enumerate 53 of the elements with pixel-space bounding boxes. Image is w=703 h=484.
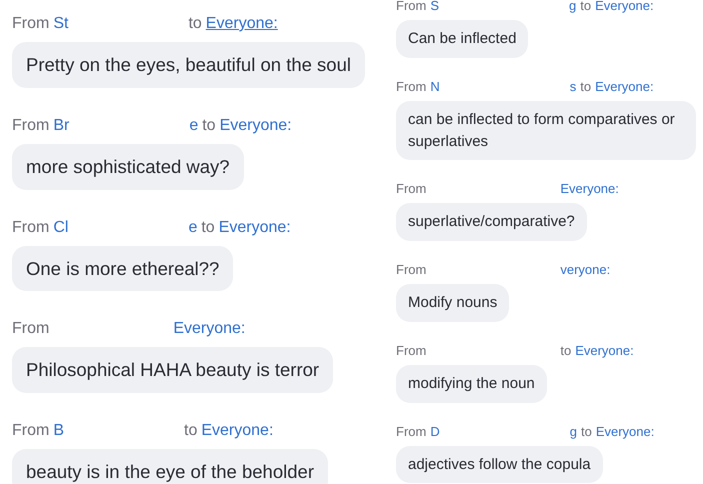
from-label: From xyxy=(396,180,426,198)
message-bubble: Pretty on the eyes, beautiful on the soul xyxy=(12,42,365,88)
message-bubble: Can be inflected xyxy=(396,20,528,58)
sender-name: S xyxy=(430,0,440,15)
message-bubble: One is more ethereal?? xyxy=(12,246,234,292)
recipient-link[interactable]: Everyone: xyxy=(218,216,291,240)
recipient-link[interactable]: veryone: xyxy=(560,260,610,280)
message-bubble: beauty is in the eye of the beholder xyxy=(12,449,328,484)
sender-name: g xyxy=(570,422,577,441)
recipient-link[interactable]: Everyone: xyxy=(595,76,654,96)
message-bubble: modifying the noun xyxy=(396,364,547,402)
from-label: From xyxy=(12,421,50,441)
recipient-link[interactable]: Everyone: xyxy=(595,0,654,16)
sender-name: Br xyxy=(53,116,70,136)
recipient-link[interactable]: Everyone: xyxy=(206,12,278,36)
to-label: to xyxy=(560,342,572,360)
recipient-link[interactable]: Everyone: xyxy=(575,340,634,360)
recipient-link[interactable]: Everyone: xyxy=(173,317,246,342)
message-bubble: Philosophical HAHA beauty is terror xyxy=(12,347,334,393)
from-label: From xyxy=(396,422,426,440)
from-label: From xyxy=(12,218,50,238)
to-label: to xyxy=(580,422,592,440)
to-label: to xyxy=(184,421,198,441)
from-label: From xyxy=(396,78,426,96)
recipient-link[interactable]: Everyone: xyxy=(560,179,619,199)
to-label: to xyxy=(580,78,592,96)
sender-name: Cl xyxy=(53,218,68,238)
from-label: From xyxy=(396,261,426,279)
from-label: From xyxy=(12,14,50,34)
recipient-link[interactable]: Everyone: xyxy=(201,419,274,443)
from-label: From xyxy=(396,0,426,15)
sender-name: g xyxy=(569,0,576,15)
recipient-link[interactable]: Everyone: xyxy=(220,114,292,138)
sender-name: D xyxy=(430,422,440,440)
sender-name: e xyxy=(189,116,198,136)
sender-name: St xyxy=(53,14,68,34)
recipient-link[interactable]: Everyone: xyxy=(596,422,654,441)
sender-name: s xyxy=(570,78,576,96)
message-bubble: adjectives follow the copula xyxy=(396,446,603,484)
to-label: to xyxy=(202,116,216,136)
from-label: From xyxy=(396,342,426,360)
to-label: to xyxy=(201,218,215,238)
message-bubble: superlative/comparative? xyxy=(396,203,587,241)
sender-name: B xyxy=(53,421,64,441)
from-label: From xyxy=(12,116,50,136)
message-bubble: Modify nouns xyxy=(396,284,510,322)
to-label: to xyxy=(188,14,202,34)
sender-name: N xyxy=(430,78,440,96)
message-bubble: more sophisticated way? xyxy=(12,144,244,190)
to-label: to xyxy=(580,0,592,15)
sender-name: e xyxy=(188,218,198,238)
from-label: From xyxy=(12,319,50,340)
message-bubble: can be inflected to form comparatives or superlatives xyxy=(396,100,696,160)
